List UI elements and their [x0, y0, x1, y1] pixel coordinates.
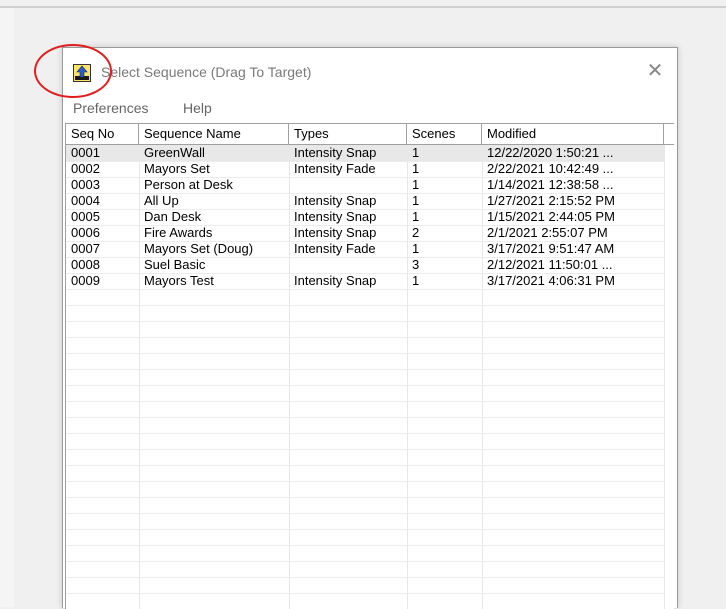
cell-sequence-name: Dan Desk	[144, 209, 202, 224]
row-divider	[66, 289, 664, 290]
cell-types: Intensity Fade	[294, 241, 376, 256]
cell-sequence-name: Suel Basic	[144, 257, 206, 272]
cell-scenes: 1	[412, 193, 420, 208]
cell-sequence-name: GreenWall	[144, 145, 205, 160]
sequence-list[interactable]: Seq No Sequence Name Types Scenes Modifi…	[65, 123, 674, 609]
cell-types	[289, 177, 407, 193]
title-bar[interactable]: Select Sequence (Drag To Target) ✕	[63, 48, 677, 96]
table-row[interactable]: 0007 Mayors Set (Doug) Intensity Fade 1 3/17…	[66, 241, 664, 257]
cell-seq-no: 0002	[71, 161, 100, 176]
cell-scenes: 1	[412, 177, 420, 192]
column-header-seq-no[interactable]: Seq No	[66, 124, 139, 144]
menu-preferences[interactable]: Preferences	[73, 100, 148, 116]
cell-seq-no: 0005	[71, 209, 100, 224]
cell-scenes: 1	[412, 145, 420, 160]
sequence-app-icon[interactable]	[73, 64, 91, 82]
table-row[interactable]: 0005 Dan Desk Intensity Snap 1 1/15/2021 2:4…	[66, 209, 664, 225]
close-icon: ✕	[646, 60, 664, 82]
row-divider	[66, 369, 664, 370]
cell-scenes: 1	[412, 161, 420, 176]
cell-modified: 3/17/2021 9:51:47 AM	[487, 241, 615, 256]
row-divider	[66, 433, 664, 434]
cell-modified: 1/15/2021 2:44:05 PM	[487, 209, 615, 224]
window-title: Select Sequence (Drag To Target)	[101, 64, 312, 80]
cell-seq-no: 0007	[71, 241, 100, 256]
cell-sequence-name: Person at Desk	[144, 177, 233, 192]
table-row[interactable]: 0006 Fire Awards Intensity Snap 2 2/1/2021 2…	[66, 225, 664, 241]
row-divider	[66, 561, 664, 562]
cell-modified: 1/14/2021 12:38:58 ...	[487, 177, 614, 192]
cell-scenes: 3	[412, 257, 420, 272]
table-row[interactable]: 0009 Mayors Test Intensity Snap 1 3/17/2021 …	[66, 273, 664, 289]
row-divider	[66, 321, 664, 322]
cell-seq-no: 0004	[71, 193, 100, 208]
cell-seq-no: 0008	[71, 257, 100, 272]
table-row[interactable]: 0002 Mayors Set Intensity Fade 1 2/22/2021 1…	[66, 161, 664, 177]
row-divider	[66, 481, 664, 482]
close-button[interactable]: ✕	[641, 58, 669, 84]
cell-seq-no: 0003	[71, 177, 100, 192]
background-strip	[0, 8, 14, 607]
row-divider	[66, 497, 664, 498]
column-header-modified[interactable]: Modified	[482, 124, 664, 144]
cell-modified: 2/1/2021 2:55:07 PM	[487, 225, 608, 240]
cell-seq-no: 0009	[71, 273, 100, 288]
cell-scenes: 1	[412, 209, 420, 224]
row-divider	[66, 577, 664, 578]
cell-sequence-name: Fire Awards	[144, 225, 213, 240]
cell-types: Intensity Snap	[294, 209, 377, 224]
table-row[interactable]: 0008 Suel Basic 3 2/12/2021 11:50:01 ...	[66, 257, 664, 273]
cell-scenes: 2	[412, 225, 420, 240]
menu-help[interactable]: Help	[183, 100, 212, 116]
menu-bar: Preferences Help	[63, 98, 677, 120]
cell-types: Intensity Snap	[294, 145, 377, 160]
column-header-types[interactable]: Types	[289, 124, 407, 144]
row-divider	[66, 593, 664, 594]
cell-modified: 12/22/2020 1:50:21 ...	[487, 145, 614, 160]
cell-types: Intensity Fade	[294, 161, 376, 176]
cell-types	[289, 257, 407, 273]
row-divider	[66, 465, 664, 466]
row-divider	[66, 449, 664, 450]
cell-sequence-name: All Up	[144, 193, 179, 208]
row-divider	[66, 401, 664, 402]
cell-modified: 1/27/2021 2:15:52 PM	[487, 193, 615, 208]
cell-scenes: 1	[412, 273, 420, 288]
cell-seq-no: 0006	[71, 225, 100, 240]
cell-seq-no: 0001	[71, 145, 100, 160]
cell-types: Intensity Snap	[294, 225, 377, 240]
cell-sequence-name: Mayors Set (Doug)	[144, 241, 254, 256]
cell-modified: 2/22/2021 10:42:49 ...	[487, 161, 614, 176]
row-divider	[66, 337, 664, 338]
table-row[interactable]: 0001 GreenWall Intensity Snap 1 12/22/2020 1…	[66, 145, 664, 161]
cell-types: Intensity Snap	[294, 193, 377, 208]
column-header-scenes[interactable]: Scenes	[407, 124, 482, 144]
row-divider	[66, 385, 664, 386]
cell-types: Intensity Snap	[294, 273, 377, 288]
row-divider	[66, 529, 664, 530]
cell-modified: 2/12/2021 11:50:01 ...	[487, 257, 613, 272]
cell-scenes: 1	[412, 241, 420, 256]
row-divider	[66, 545, 664, 546]
row-divider	[66, 305, 664, 306]
column-divider	[664, 145, 665, 609]
column-header-row: Seq No Sequence Name Types Scenes Modifi…	[66, 124, 674, 145]
cell-modified: 3/17/2021 4:06:31 PM	[487, 273, 615, 288]
cell-sequence-name: Mayors Test	[144, 273, 214, 288]
cell-sequence-name: Mayors Set	[144, 161, 210, 176]
background-divider	[0, 6, 726, 8]
table-row[interactable]: 0004 All Up Intensity Snap 1 1/27/2021 2:15:…	[66, 193, 664, 209]
row-divider	[66, 353, 664, 354]
column-header-sequence-name[interactable]: Sequence Name	[139, 124, 289, 144]
table-row[interactable]: 0003 Person at Desk 1 1/14/2021 12:38:58 ..…	[66, 177, 664, 193]
select-sequence-window: Select Sequence (Drag To Target) ✕ Prefe…	[62, 47, 678, 609]
row-divider	[66, 417, 664, 418]
row-divider	[66, 513, 664, 514]
